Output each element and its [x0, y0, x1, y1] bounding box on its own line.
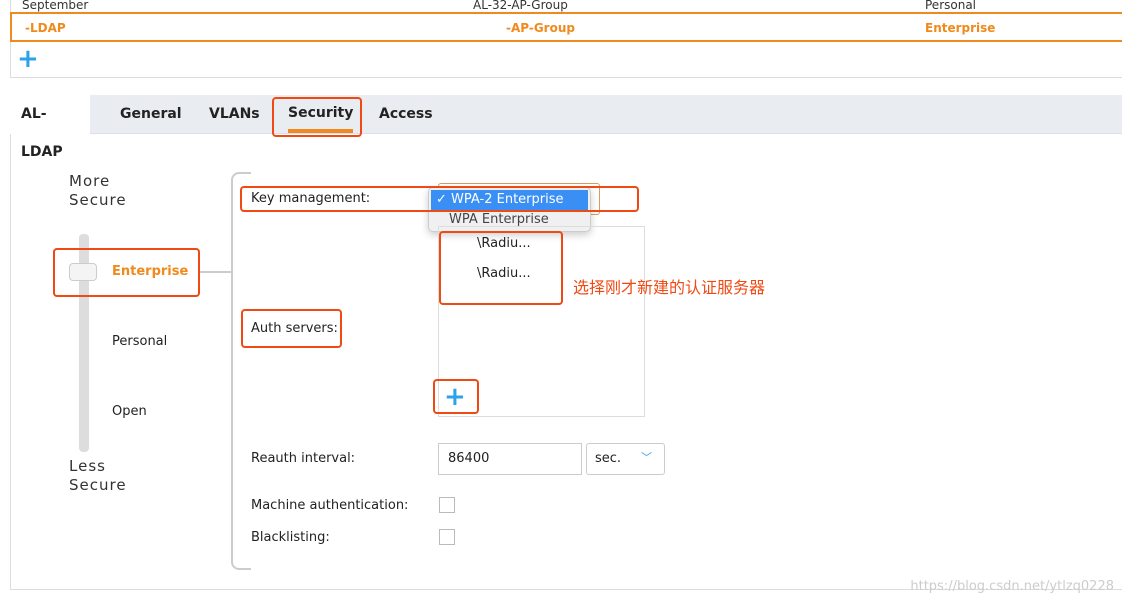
annotation-text: 选择刚才新建的认证服务器: [573, 278, 766, 297]
cell-group: AL-32-AP-Group: [473, 0, 568, 12]
highlight-box: [439, 231, 563, 305]
highlight-box: [433, 379, 479, 414]
reauth-interval-input[interactable]: 86400: [438, 443, 582, 475]
chevron-down-icon: ﹀: [641, 451, 652, 464]
tab-vlans[interactable]: VLANs: [209, 95, 260, 134]
reauth-interval-label: Reauth interval:: [251, 451, 356, 466]
cell-name: September: [22, 0, 89, 12]
highlight-box: [240, 186, 639, 212]
blacklisting-checkbox[interactable]: [439, 529, 455, 545]
add-network-button[interactable]: +: [17, 46, 39, 72]
tab-bar: AL-LDAP General VLANs Security Access: [10, 95, 1122, 160]
watermark: https://blog.csdn.net/ytlzq0228: [910, 579, 1114, 594]
blacklisting-label: Blacklisting:: [251, 530, 330, 545]
cell-name: -LDAP: [25, 21, 66, 35]
cell-security: Enterprise: [925, 21, 996, 35]
tab-current-network: AL-LDAP: [10, 95, 90, 160]
connector-line: [200, 271, 231, 273]
cell-security: Personal: [925, 0, 977, 12]
less-secure-label: Less Secure: [69, 457, 127, 494]
table-row[interactable]: September AL-32-AP-Group Personal: [10, 0, 1122, 12]
tab-access[interactable]: Access: [379, 95, 433, 134]
table-row-selected[interactable]: -LDAP -AP-Group Enterprise: [10, 12, 1122, 42]
bracket: [231, 172, 251, 570]
level-personal[interactable]: Personal: [112, 334, 167, 349]
cell-group: -AP-Group: [506, 21, 575, 35]
level-open[interactable]: Open: [112, 404, 147, 419]
highlight-box: [53, 248, 200, 297]
reauth-unit-select[interactable]: sec. ﹀: [586, 443, 665, 475]
tab-general[interactable]: General: [120, 95, 182, 134]
more-secure-label: More Secure: [69, 172, 127, 209]
machine-auth-label: Machine authentication:: [251, 498, 409, 513]
highlight-box: [241, 309, 342, 348]
highlight-box: [272, 97, 362, 137]
unit-value: sec.: [595, 451, 622, 466]
machine-auth-checkbox[interactable]: [439, 497, 455, 513]
